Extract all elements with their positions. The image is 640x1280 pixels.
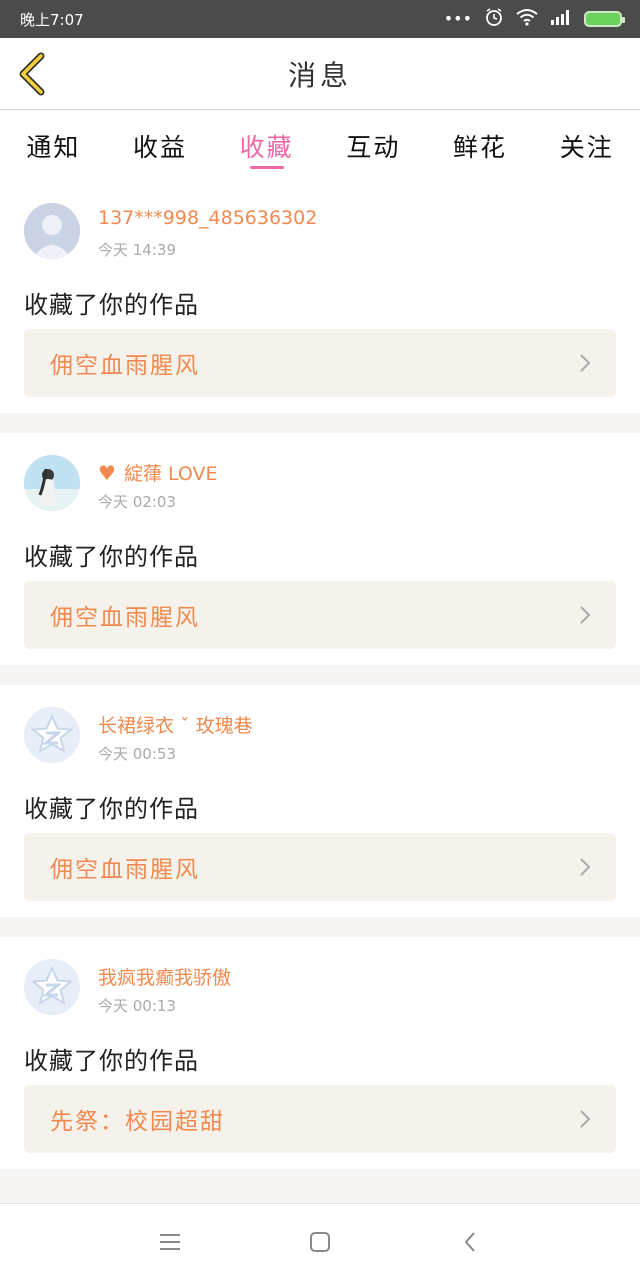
username-text: 我疯我癫我骄傲 — [98, 967, 232, 989]
avatar[interactable] — [24, 203, 80, 259]
timestamp: 今天 00:13 — [98, 997, 176, 1015]
username-text: 长裙绿衣 ˇ 玫瑰巷 — [98, 715, 253, 737]
chevron-right-icon — [580, 354, 591, 372]
back-triangle-icon — [464, 1232, 475, 1252]
username[interactable]: 我疯我癫我骄傲 — [98, 963, 231, 990]
system-nav-bar — [0, 1203, 640, 1280]
username-text: 綻葎 LOVE — [123, 463, 218, 485]
work-title: 佣空血雨腥风 — [50, 857, 200, 883]
tab-bar: 通知 收益 收藏 互动 鲜花 关注 — [0, 111, 640, 181]
photo-avatar-icon — [24, 455, 80, 511]
default-avatar-icon — [24, 203, 80, 259]
heart-icon: ♥ — [98, 460, 116, 485]
work-link[interactable]: 佣空血雨腥风 — [24, 833, 616, 901]
qq-zone-icon — [24, 959, 80, 1015]
message-card: 长裙绿衣 ˇ 玫瑰巷 今天 00:53 收藏了你的作品 佣空血雨腥风 — [0, 685, 640, 917]
signal-icon — [550, 9, 572, 29]
action-text: 收藏了你的作品 — [24, 795, 199, 823]
header: 消息 — [0, 38, 640, 110]
qq-zone-icon — [24, 707, 80, 763]
chevron-right-icon — [580, 606, 591, 624]
work-link[interactable]: 佣空血雨腥风 — [24, 329, 616, 397]
avatar[interactable] — [24, 707, 80, 763]
wifi-icon — [516, 8, 538, 30]
status-icons: ••• — [443, 7, 625, 31]
avatar[interactable] — [24, 455, 80, 511]
work-title: 佣空血雨腥风 — [50, 353, 200, 379]
tab-interactions[interactable]: 互动 — [320, 111, 427, 181]
message-card: ♥ 綻葎 LOVE 今天 02:03 收藏了你的作品 佣空血雨腥风 — [0, 433, 640, 665]
work-link[interactable]: 佣空血雨腥风 — [24, 581, 616, 649]
message-card: 137***998_485636302 今天 14:39 收藏了你的作品 佣空血… — [0, 181, 640, 413]
username-text: 137***998_485636302 — [98, 207, 318, 229]
battery-icon — [584, 11, 625, 27]
action-text: 收藏了你的作品 — [24, 291, 199, 319]
menu-button[interactable] — [150, 1222, 190, 1262]
back-button[interactable] — [12, 52, 52, 96]
work-link[interactable]: 先祭：校园超甜 — [24, 1085, 616, 1153]
chevron-right-icon — [580, 1110, 591, 1128]
username[interactable]: 137***998_485636302 — [98, 207, 317, 229]
chevron-left-icon — [19, 52, 45, 96]
work-title: 先祭：校园超甜 — [50, 1109, 225, 1135]
system-back-button[interactable] — [450, 1222, 490, 1262]
action-text: 收藏了你的作品 — [24, 543, 199, 571]
message-list: 137***998_485636302 今天 14:39 收藏了你的作品 佣空血… — [0, 181, 640, 1189]
status-bar: 晚上7:07 ••• — [0, 0, 640, 38]
home-square-icon — [310, 1232, 330, 1252]
tab-follows[interactable]: 关注 — [533, 111, 640, 181]
work-title: 佣空血雨腥风 — [50, 605, 200, 631]
username[interactable]: 长裙绿衣 ˇ 玫瑰巷 — [98, 711, 253, 738]
username[interactable]: ♥ 綻葎 LOVE — [98, 459, 218, 486]
alarm-icon — [484, 7, 504, 31]
tab-notifications[interactable]: 通知 — [0, 111, 107, 181]
timestamp: 今天 14:39 — [98, 241, 176, 259]
tab-flowers[interactable]: 鲜花 — [427, 111, 534, 181]
menu-icon — [160, 1234, 180, 1250]
timestamp: 今天 00:53 — [98, 745, 176, 763]
action-text: 收藏了你的作品 — [24, 1047, 199, 1075]
status-time: 晚上7:07 — [20, 10, 84, 29]
avatar[interactable] — [24, 959, 80, 1015]
tab-earnings[interactable]: 收益 — [107, 111, 214, 181]
timestamp: 今天 02:03 — [98, 493, 176, 511]
page-title: 消息 — [287, 58, 352, 92]
tab-favorites[interactable]: 收藏 — [213, 111, 320, 181]
home-button[interactable] — [300, 1222, 340, 1262]
chevron-right-icon — [580, 858, 591, 876]
message-card: 我疯我癫我骄傲 今天 00:13 收藏了你的作品 先祭：校园超甜 — [0, 937, 640, 1169]
more-dots-icon: ••• — [443, 9, 472, 28]
